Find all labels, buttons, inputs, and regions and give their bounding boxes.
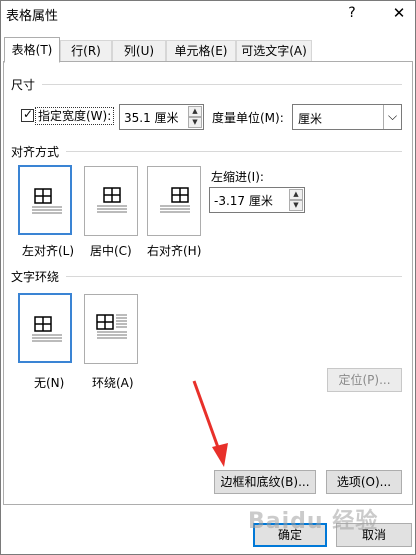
size-heading: 尺寸 [11,78,36,92]
unit-label: 度量单位(M): [212,111,284,125]
help-button[interactable]: ? [340,2,364,24]
watermark: Baidu 经验 [248,509,379,534]
title-bar: 表格属性 ? ✕ [0,0,416,26]
indent-label: 左缩进(I): [211,170,264,184]
specify-width-checkbox[interactable]: ✓ [21,107,34,122]
tab-row[interactable]: 行(R) [60,40,112,62]
align-center-icon [97,187,127,213]
width-input[interactable] [120,105,186,129]
indent-input[interactable] [210,188,287,212]
wrap-none-option[interactable] [18,293,72,363]
wrap-around-option[interactable] [84,294,138,364]
close-icon[interactable]: ✕ [386,2,412,24]
spin-down-icon[interactable]: ▼ [188,117,202,128]
window-title: 表格属性 [6,9,59,24]
unit-value: 厘米 [298,112,323,126]
wrap-none-icon [32,316,62,342]
tab-cell[interactable]: 单元格(E) [166,40,236,62]
align-center-label: 居中(C) [90,244,132,258]
tab-table[interactable]: 表格(T) [4,37,60,63]
indent-spinner[interactable]: ▲ ▼ [209,187,305,213]
size-separator [42,84,402,85]
position-button[interactable]: 定位(P)... [327,368,402,392]
align-center-option[interactable] [84,166,138,236]
width-spinner[interactable]: ▲ ▼ [119,104,204,130]
unit-select[interactable]: 厘米 ⌵ [292,104,402,130]
spin-down-icon[interactable]: ▼ [289,200,303,211]
tab-strip: 表格(T) 行(R) 列(U) 单元格(E) 可选文字(A) [0,37,416,63]
wrapping-separator [66,276,402,277]
options-button[interactable]: 选项(O)... [326,470,402,494]
specify-width-label: 指定宽度(W): [35,107,115,125]
align-right-option[interactable] [147,166,201,236]
wrap-around-label: 环绕(A) [92,376,134,390]
align-right-icon [160,187,190,213]
tab-alt-text[interactable]: 可选文字(A) [236,40,312,62]
annotation-arrow-icon [192,380,228,467]
chevron-down-icon[interactable]: ⌵ [383,105,401,129]
wrap-none-label: 无(N) [34,376,65,390]
wrapping-heading: 文字环绕 [11,270,60,284]
alignment-heading: 对齐方式 [11,145,60,159]
align-left-option[interactable] [18,165,72,235]
align-left-icon [32,188,62,214]
wrap-around-icon [96,314,127,339]
align-right-label: 右对齐(H) [147,244,202,258]
spin-up-icon[interactable]: ▲ [289,189,303,200]
align-left-label: 左对齐(L) [22,244,75,258]
tab-column[interactable]: 列(U) [112,40,166,62]
alignment-separator [66,151,402,152]
check-icon: ✓ [23,107,34,121]
spin-up-icon[interactable]: ▲ [188,106,202,117]
